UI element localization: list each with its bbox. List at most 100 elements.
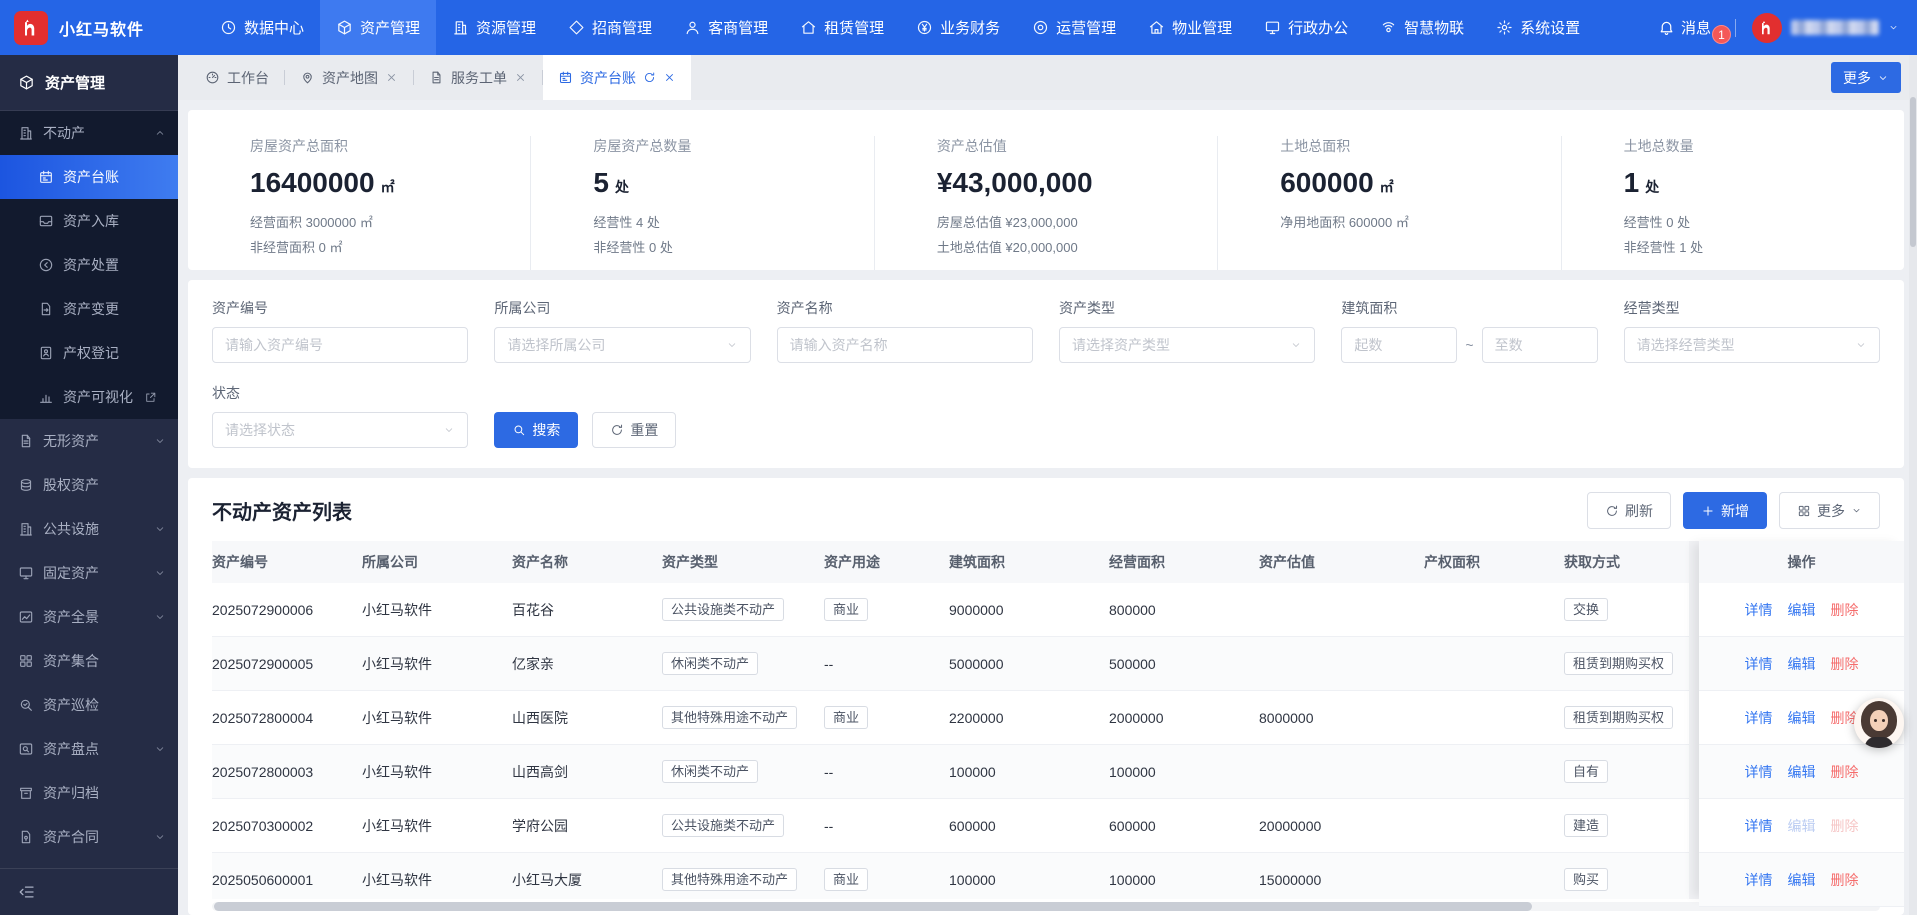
state-select[interactable]: 请选择状态 (212, 412, 468, 448)
monitor-icon (18, 565, 34, 581)
sidebar-item-资产归档[interactable]: 资产归档 (0, 771, 178, 815)
tag-其他特殊用途不动产: 其他特殊用途不动产 (662, 706, 797, 729)
range-to-input[interactable] (1495, 337, 1585, 353)
tab-close-icon[interactable] (385, 71, 398, 84)
brand: 小红马软件 (14, 0, 204, 55)
topbar-menu-系统设置[interactable]: 系统设置 (1480, 0, 1596, 55)
table: 资产编号所属公司资产名称资产类型资产用途建筑面积经营面积资产估值产权面积获取方式… (188, 541, 1904, 899)
edit-link[interactable]: 编辑 (1788, 870, 1816, 890)
brand-logo[interactable] (14, 11, 48, 45)
filter-input-资产编号[interactable] (225, 337, 455, 353)
edit-link[interactable]: 编辑 (1788, 654, 1816, 674)
filter-select-所属公司[interactable]: 请选择所属公司 (494, 327, 750, 363)
table-vertical-scrollbar[interactable] (1689, 541, 1699, 899)
horizontal-scrollbar-thumb[interactable] (214, 902, 1532, 911)
add-button[interactable]: 新增 (1683, 492, 1767, 529)
column-header-获取方式: 获取方式 (1564, 552, 1689, 572)
sidebar-item-资产变更[interactable]: 资产变更 (0, 287, 178, 331)
detail-link[interactable]: 详情 (1745, 762, 1773, 782)
assistant-avatar[interactable] (1854, 698, 1904, 748)
sidebar-item-label: 公共设施 (43, 519, 99, 539)
topbar-menu-智慧物联[interactable]: 智慧物联 (1364, 0, 1480, 55)
assistant-face (1870, 710, 1888, 731)
topbar-menu-资源管理[interactable]: 资源管理 (436, 0, 552, 55)
tab-资产地图[interactable]: 资产地图 (285, 55, 413, 100)
page-scrollbar[interactable] (1909, 55, 1917, 915)
cell-company: 小红马软件 (362, 600, 512, 620)
topbar-menu-客商管理[interactable]: 客商管理 (668, 0, 784, 55)
tab-close-icon[interactable] (663, 71, 676, 84)
delete-link[interactable]: 删除 (1831, 870, 1859, 890)
archive-icon (18, 785, 34, 801)
row-actions: 详情编辑删除 (1699, 637, 1904, 691)
stat-label: 房屋资产总数量 (593, 136, 873, 156)
detail-link[interactable]: 详情 (1745, 708, 1773, 728)
reset-button[interactable]: 重置 (592, 412, 676, 448)
page-scrollbar-thumb[interactable] (1910, 97, 1916, 247)
detail-link[interactable]: 详情 (1745, 870, 1773, 890)
sidebar-item-资产处置[interactable]: 资产处置 (0, 243, 178, 287)
sidebar-item-资产集合[interactable]: 资产集合 (0, 639, 178, 683)
topbar-menu-业务财务[interactable]: 业务财务 (900, 0, 1016, 55)
user-menu[interactable] (1752, 13, 1899, 43)
filter-select-经营类型[interactable]: 请选择经营类型 (1624, 327, 1880, 363)
sidebar-item-资产台账[interactable]: 资产台账 (0, 155, 178, 199)
sidebar-item-资产可视化[interactable]: 资产可视化 (0, 375, 178, 419)
topbar-menu-招商管理[interactable]: 招商管理 (552, 0, 668, 55)
edit-link[interactable]: 编辑 (1788, 600, 1816, 620)
topbar-menu-数据中心[interactable]: 数据中心 (204, 0, 320, 55)
tag-商业: 商业 (824, 868, 868, 891)
topbar-menu-物业管理[interactable]: 物业管理 (1132, 0, 1248, 55)
sidebar-item-label: 资产变更 (63, 299, 119, 319)
topbar-menu-租赁管理[interactable]: 租赁管理 (784, 0, 900, 55)
detail-link[interactable]: 详情 (1745, 816, 1773, 836)
sidebar-item-产权登记[interactable]: 产权登记 (0, 331, 178, 375)
tab-服务工单[interactable]: 服务工单 (414, 55, 542, 100)
range-from-input[interactable] (1354, 337, 1444, 353)
stat-subline: 房屋总估值 ¥23,000,000 (937, 212, 1217, 231)
table-row: 2025050600001小红马软件小红马大厦其他特殊用途不动产商业100000… (212, 853, 1689, 899)
topbar-menu-资产管理[interactable]: 资产管理 (320, 0, 436, 55)
search-button[interactable]: 搜索 (494, 412, 578, 448)
messages-button[interactable]: 消息 1 (1658, 17, 1719, 38)
sidebar-item-资产全景[interactable]: 资产全景 (0, 595, 178, 639)
collapse-sidebar-icon[interactable] (18, 883, 36, 901)
delete-link[interactable]: 删除 (1831, 600, 1859, 620)
detail-link[interactable]: 详情 (1745, 600, 1773, 620)
table-panel: 不动产资产列表 刷新 新增 更多 (188, 478, 1904, 915)
delete-link[interactable]: 删除 (1831, 654, 1859, 674)
edit-link[interactable]: 编辑 (1788, 708, 1816, 728)
tabs-more-button[interactable]: 更多 (1831, 62, 1901, 93)
topbar-menu-行政办公[interactable]: 行政办公 (1248, 0, 1364, 55)
refresh-button[interactable]: 刷新 (1587, 492, 1671, 529)
tab-close-icon[interactable] (514, 71, 527, 84)
horizontal-scrollbar-track[interactable] (212, 902, 1880, 911)
sidebar-item-资产盘点[interactable]: 资产盘点 (0, 727, 178, 771)
filter-input-资产名称[interactable] (790, 337, 1020, 353)
detail-link[interactable]: 详情 (1745, 654, 1773, 674)
sidebar-item-不动产[interactable]: 不动产 (0, 111, 178, 155)
filter-field-资产名称: 资产名称 (777, 298, 1033, 363)
tab-资产台账[interactable]: 资产台账 (543, 55, 691, 100)
table-scroll-area[interactable]: 资产编号所属公司资产名称资产类型资产用途建筑面积经营面积资产估值产权面积获取方式… (212, 541, 1689, 899)
range-to-wrap (1482, 327, 1598, 363)
edit-link[interactable]: 编辑 (1788, 762, 1816, 782)
sidebar-item-无形资产[interactable]: 无形资产 (0, 419, 178, 463)
sidebar-item-资产合同[interactable]: 资产合同 (0, 815, 178, 859)
topbar-menu-运营管理[interactable]: 运营管理 (1016, 0, 1132, 55)
filter-select-资产类型[interactable]: 请选择资产类型 (1059, 327, 1315, 363)
tab-工作台[interactable]: 工作台 (190, 55, 284, 100)
sidebar-item-固定资产[interactable]: 固定资产 (0, 551, 178, 595)
delete-link[interactable]: 删除 (1831, 762, 1859, 782)
row-actions: 详情编辑删除 (1699, 583, 1904, 637)
sidebar-item-公共设施[interactable]: 公共设施 (0, 507, 178, 551)
sidebar-item-股权资产[interactable]: 股权资产 (0, 463, 178, 507)
sidebar-item-资产巡检[interactable]: 资产巡检 (0, 683, 178, 727)
tag-自有: 自有 (1564, 760, 1608, 783)
cell-usage: 商业 (824, 598, 949, 621)
menu-label: 资源管理 (476, 17, 536, 38)
tag-建造: 建造 (1564, 814, 1608, 837)
sidebar-item-资产入库[interactable]: 资产入库 (0, 199, 178, 243)
menu-label: 客商管理 (708, 17, 768, 38)
table-more-button[interactable]: 更多 (1779, 492, 1880, 529)
